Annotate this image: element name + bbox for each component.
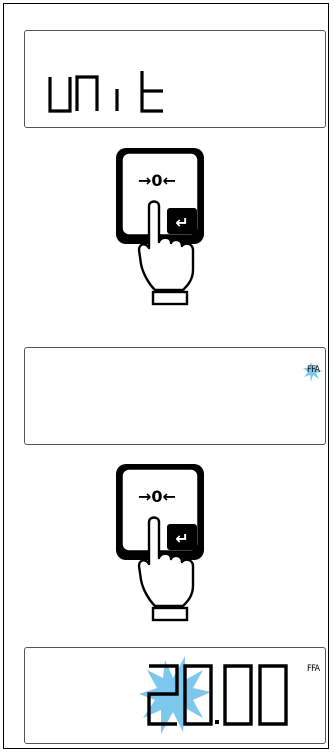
enter-glyph: ↵ [175,529,188,548]
display-value: FFA [24,647,326,744]
unit-segment-text [48,71,163,113]
seg-digit-0c [258,664,288,726]
zero-key-label: →0← [138,487,176,506]
seg-char-u [48,77,72,113]
seg-digit-0b [223,664,253,726]
value-segment-text [139,656,288,734]
zero-tare-enter-key-icon: →0← ↵ [116,148,204,306]
enter-glyph: ↵ [175,213,188,232]
seg-char-n [75,75,99,111]
seg-char-t [140,71,163,113]
display-unit [24,30,326,128]
zero-tare-enter-key-icon: →0← ↵ [116,464,204,622]
display-ffa: FFA [24,347,326,445]
instruction-frame: →0← ↵ FFA →0← ↵ FFA [3,3,329,749]
zero-key-press-2: →0← ↵ [109,462,219,624]
ffa-indicator: FFA [303,362,325,384]
ffa-label: FFA [307,664,320,674]
seg-decimal-point [215,720,219,724]
ffa-label: FFA [307,365,320,375]
zero-key-press-1: →0← ↵ [109,146,219,308]
zero-key-label: →0← [138,171,176,190]
